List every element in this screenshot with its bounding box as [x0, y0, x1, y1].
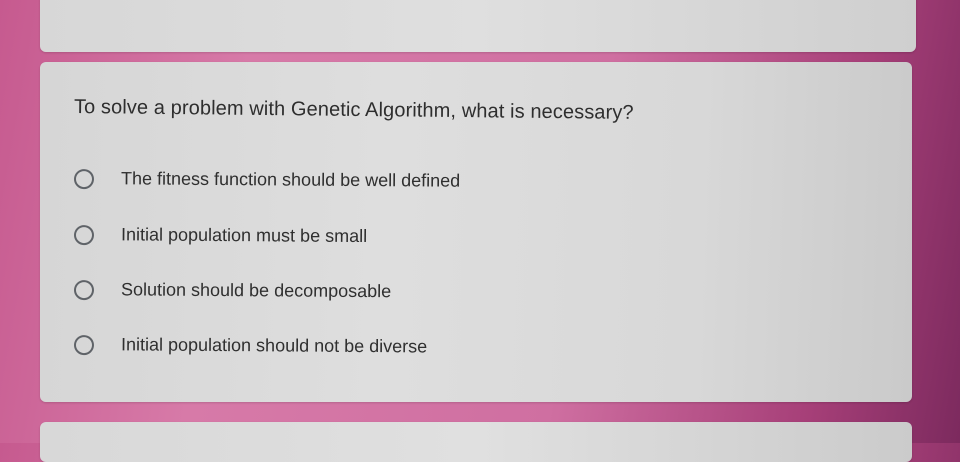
answer-option-label: Initial population must be small	[120, 224, 368, 247]
answer-option-label: Solution should be decomposable	[120, 279, 392, 302]
previous-question-card	[40, 0, 916, 52]
question-text: To solve a problem with Genetic Algorith…	[73, 96, 634, 124]
radio-button-icon[interactable]	[73, 334, 95, 355]
next-question-card	[40, 422, 912, 462]
answer-option-3[interactable]: Solution should be decomposable	[73, 279, 392, 302]
radio-button-icon[interactable]	[73, 279, 95, 300]
radio-button-icon[interactable]	[73, 224, 95, 245]
answer-option-2[interactable]: Initial population must be small	[73, 224, 368, 247]
answer-option-label: Initial population should not be diverse	[120, 334, 428, 357]
radio-button-icon[interactable]	[73, 168, 95, 189]
answer-option-label: The fitness function should be well defi…	[120, 168, 461, 191]
question-card: To solve a problem with Genetic Algorith…	[40, 62, 912, 402]
answer-option-4[interactable]: Initial population should not be diverse	[73, 334, 428, 357]
answer-option-1[interactable]: The fitness function should be well defi…	[73, 168, 461, 192]
